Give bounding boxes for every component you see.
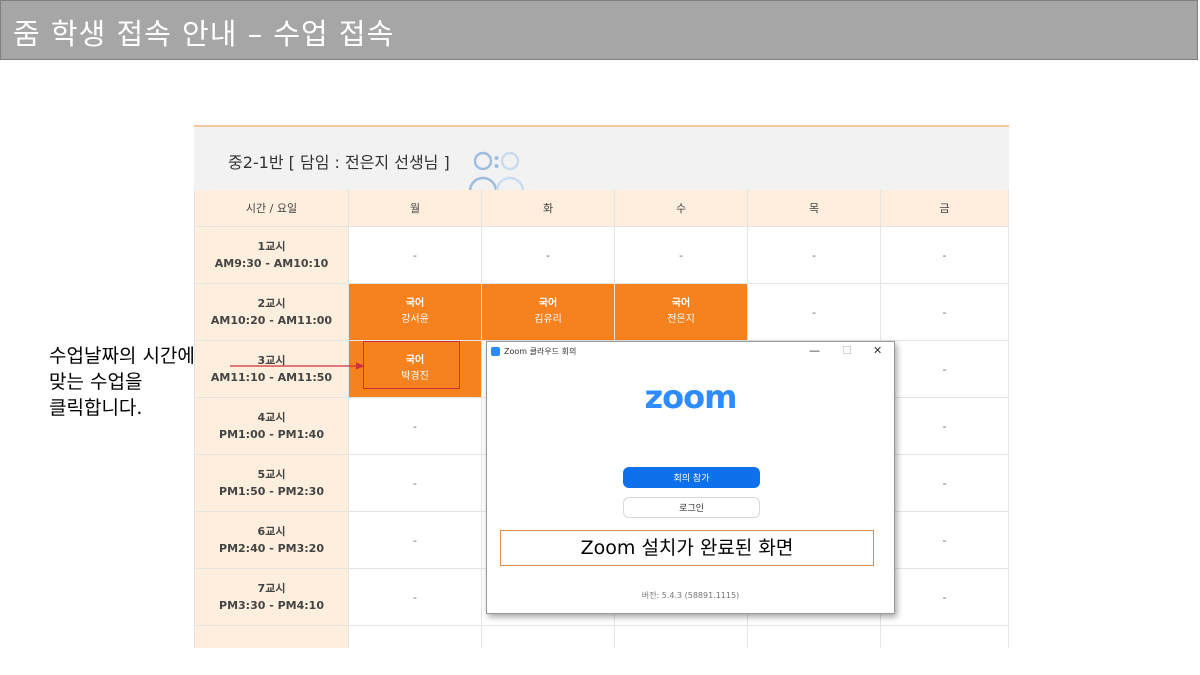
header-fri: 금 (880, 190, 1009, 227)
header-mon: 월 (348, 190, 482, 227)
version-label: 버전: 5.4.3 (58891.1115) (641, 591, 740, 600)
empty-cell: - (880, 454, 1009, 512)
period-time: PM3:30 - PM4:10 (219, 599, 324, 612)
empty-cell (880, 625, 1009, 648)
period-cell: 1교시 AM9:30 - AM10:10 (194, 226, 349, 284)
zoom-window-title: Zoom 클라우드 회의 (504, 347, 577, 356)
period-cell: 4교시 PM1:00 - PM1:40 (194, 397, 349, 455)
header-thu: 목 (747, 190, 881, 227)
empty-cell: - (747, 226, 881, 284)
period-time: AM9:30 - AM10:10 (214, 257, 329, 270)
empty-cell: - (880, 283, 1009, 341)
zoom-titlebar: Zoom 클라우드 회의 — ☐ ✕ (487, 342, 894, 362)
period-label: 2교시 (257, 297, 286, 310)
lesson-cell[interactable]: 국어전은지 (614, 283, 748, 341)
arrow-icon (230, 362, 365, 370)
empty-cell (348, 625, 482, 648)
period-time: PM1:00 - PM1:40 (219, 428, 324, 441)
header-wed: 수 (614, 190, 748, 227)
period-cell: 2교시 AM10:20 - AM11:00 (194, 283, 349, 341)
period-label: 4교시 (257, 411, 286, 424)
install-complete-caption: Zoom 설치가 완료된 화면 (500, 530, 874, 566)
period-time: AM11:10 - AM11:50 (210, 371, 333, 384)
period-label: 6교시 (257, 525, 286, 538)
lesson-cell[interactable]: 국어김유리 (481, 283, 615, 341)
empty-cell: - (348, 226, 482, 284)
header-row: 시간 / 요일 월 화 수 목 금 (194, 190, 1009, 227)
period-time: AM10:20 - AM11:00 (210, 314, 333, 327)
period-label: 7교시 (257, 582, 286, 595)
lesson-subject: 국어 (538, 298, 558, 309)
empty-cell: - (880, 511, 1009, 569)
lesson-cell[interactable]: 국어강서윤 (348, 283, 482, 341)
table-row: 1교시 AM9:30 - AM10:10- - - - - (194, 226, 1009, 284)
callout-text: 수업날짜의 시간에 맞는 수업을 클릭합니다. (49, 343, 195, 421)
lesson-teacher: 강서윤 (401, 314, 429, 325)
callout-line: 맞는 수업을 (49, 371, 143, 393)
period-cell: 8교시 (194, 625, 349, 649)
empty-cell: - (614, 226, 748, 284)
empty-cell: - (880, 568, 1009, 626)
header-time-day: 시간 / 요일 (194, 190, 349, 227)
lesson-teacher: 김유리 (534, 314, 562, 325)
empty-cell: - (348, 568, 482, 626)
zoom-app-icon (491, 347, 500, 356)
empty-cell (747, 625, 881, 648)
empty-cell: - (348, 454, 482, 512)
period-time: PM1:50 - PM2:30 (219, 485, 324, 498)
empty-cell (614, 625, 748, 648)
people-icon (468, 151, 525, 191)
empty-cell: - (880, 397, 1009, 455)
header-tue: 화 (481, 190, 615, 227)
table-row: 8교시 (194, 625, 1009, 649)
empty-cell: - (880, 226, 1009, 284)
empty-cell: - (880, 340, 1009, 398)
period-label: 5교시 (257, 468, 286, 481)
class-title: 중2-1반 [ 담임 : 전은지 선생님 ] (228, 153, 450, 172)
join-meeting-button[interactable]: 회의 참가 (623, 467, 760, 488)
empty-cell: - (747, 283, 881, 341)
period-label: 8교시 (258, 648, 286, 649)
timetable-header: 중2-1반 [ 담임 : 전은지 선생님 ] (194, 127, 1009, 191)
period-label: 1교시 (257, 240, 286, 253)
highlight-box (363, 341, 460, 389)
lesson-subject: 국어 (405, 298, 425, 309)
lesson-subject: 국어 (671, 298, 691, 309)
close-icon[interactable]: ✕ (873, 344, 882, 357)
empty-cell (481, 625, 615, 648)
login-button[interactable]: 로그인 (623, 497, 760, 518)
slide-title-bar: 줌 학생 접속 안내 – 수업 접속 (0, 0, 1198, 60)
table-row: 2교시 AM10:20 - AM11:00 국어 강서윤 국어 김유리 국어 전은지 - - (194, 283, 1009, 341)
callout-line: 수업날짜의 시간에 (49, 345, 195, 367)
maximize-icon[interactable]: ☐ (842, 344, 852, 357)
minimize-icon[interactable]: — (809, 344, 820, 357)
empty-cell: - (348, 397, 482, 455)
zoom-window: Zoom 클라우드 회의 — ☐ ✕ zoom 회의 참가 로그인 Zoom 설… (486, 341, 895, 614)
slide-title: 줌 학생 접속 안내 – 수업 접속 (13, 17, 395, 51)
empty-cell: - (481, 226, 615, 284)
zoom-logo: zoom (644, 378, 738, 416)
period-cell: 5교시 PM1:50 - PM2:30 (194, 454, 349, 512)
callout-line: 클릭합니다. (49, 397, 143, 419)
period-cell: 6교시 PM2:40 - PM3:20 (194, 511, 349, 569)
empty-cell: - (348, 511, 482, 569)
period-cell: 7교시 PM3:30 - PM4:10 (194, 568, 349, 626)
lesson-teacher: 전은지 (667, 314, 695, 325)
period-time: PM2:40 - PM3:20 (219, 542, 324, 555)
